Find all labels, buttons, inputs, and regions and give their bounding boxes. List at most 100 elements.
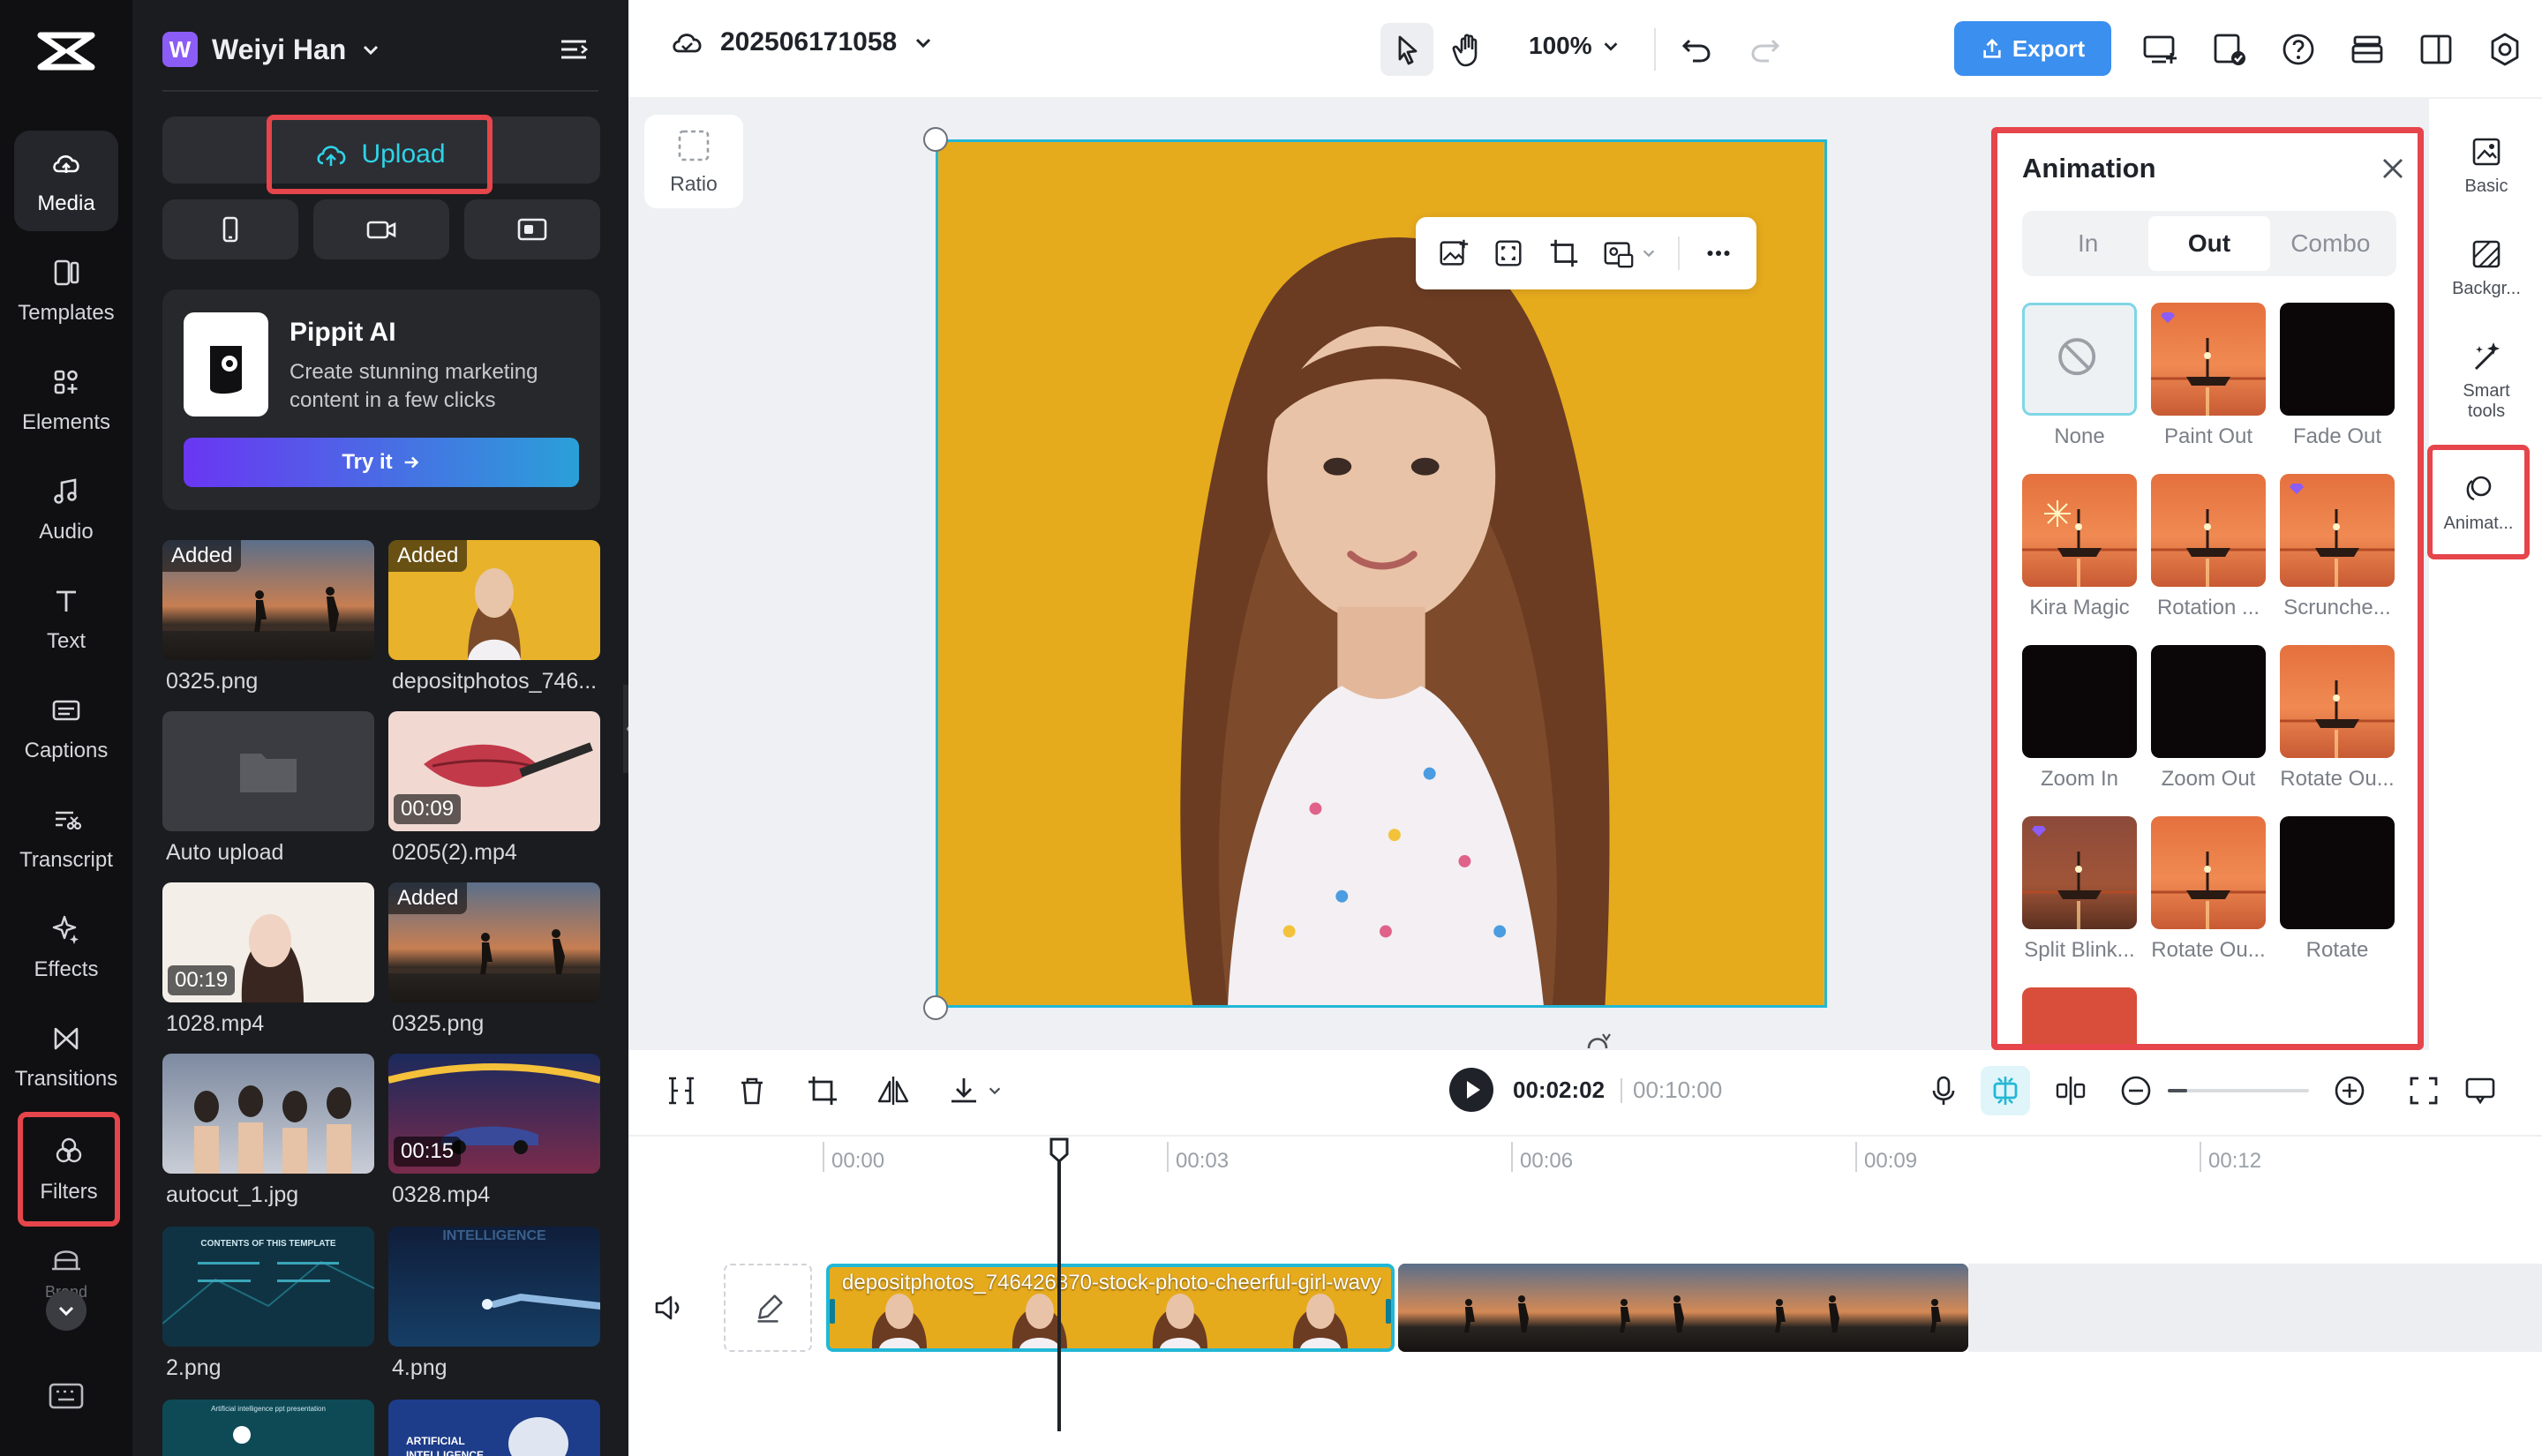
more-icon[interactable] — [1702, 236, 1735, 270]
animation-thumbnail — [2151, 645, 2266, 758]
video-clip-selected[interactable]: depositphotos_746426870-stock-photo-chee… — [826, 1264, 1395, 1352]
media-thumb[interactable]: 00:09 — [388, 711, 600, 831]
rail-item-effects[interactable]: Effects — [14, 897, 118, 997]
trim-handle-right[interactable] — [1386, 1299, 1391, 1324]
resize-handle[interactable] — [923, 995, 948, 1020]
animation-item[interactable]: Rotate Ou... — [2151, 816, 2266, 963]
ratio-button[interactable]: Ratio — [644, 115, 743, 208]
split-button[interactable] — [664, 1073, 699, 1108]
media-thumb[interactable] — [162, 1054, 374, 1174]
crop-icon[interactable] — [1547, 236, 1581, 270]
animation-item[interactable]: Zoom In — [2022, 645, 2137, 792]
animation-item[interactable]: Fade Out — [2280, 303, 2395, 449]
comment-button[interactable] — [2463, 1073, 2498, 1108]
rail-item-transcript[interactable]: Transcript — [14, 787, 118, 888]
cover-edit-button[interactable] — [724, 1264, 812, 1352]
zoom-out-button[interactable] — [2118, 1073, 2154, 1108]
hand-tool-button[interactable] — [1448, 28, 1490, 71]
replace-image-icon[interactable] — [1437, 236, 1470, 270]
auto-snap-toggle[interactable] — [1981, 1066, 2030, 1115]
playhead-knob[interactable] — [1049, 1137, 1070, 1163]
animation-item[interactable]: Rotation ... — [2151, 474, 2266, 620]
present-button[interactable] — [2141, 30, 2180, 69]
trim-handle-left[interactable] — [830, 1299, 835, 1324]
undo-button[interactable] — [1677, 30, 1716, 69]
split-track-button[interactable] — [2053, 1073, 2088, 1108]
try-it-button[interactable]: Try it — [184, 438, 579, 487]
rail-item-basic[interactable]: Basic — [2429, 134, 2542, 197]
media-thumb[interactable]: Added — [388, 540, 600, 660]
rail-item-media[interactable]: Media — [14, 131, 118, 231]
zoom-dropdown[interactable]: 100% — [1529, 32, 1621, 60]
select-tool-button[interactable] — [1380, 23, 1433, 76]
upload-from-phone-button[interactable] — [162, 199, 298, 259]
animation-item[interactable]: Rotate Ou... — [2280, 645, 2395, 792]
tab-combo[interactable]: Combo — [2270, 216, 2391, 271]
export-button[interactable]: Export — [1954, 21, 2111, 76]
track-mute-button[interactable] — [651, 1290, 687, 1325]
zoom-in-button[interactable] — [2332, 1073, 2367, 1108]
media-thumb[interactable]: 00:19 — [162, 882, 374, 1002]
rail-item-captions[interactable]: Captions — [14, 678, 118, 778]
media-thumb[interactable]: ARTIFICIAL INTELLIGENCE — [388, 1400, 600, 1456]
media-thumb[interactable]: Added — [388, 882, 600, 1002]
keyboard-shortcuts-icon[interactable] — [48, 1380, 85, 1412]
media-thumb[interactable]: INTELLIGENCE — [388, 1227, 600, 1347]
layers-button[interactable] — [2348, 30, 2387, 69]
project-title[interactable]: 202506171058 — [669, 26, 934, 58]
animation-item[interactable]: None — [2022, 303, 2137, 449]
rail-expand-button[interactable] — [46, 1290, 86, 1331]
rail-item-filters[interactable]: Filters — [18, 1112, 120, 1227]
crop-button[interactable] — [805, 1073, 840, 1108]
rail-item-elements[interactable]: Elements — [14, 349, 118, 450]
fit-timeline-button[interactable] — [2406, 1073, 2441, 1108]
media-thumb[interactable]: Artificial intelligence ppt presentation — [162, 1400, 374, 1456]
rotate-handle[interactable] — [1580, 1025, 1615, 1050]
auto-upload-folder[interactable] — [162, 711, 374, 831]
rail-item-background[interactable]: Backgr... — [2429, 236, 2542, 299]
delete-button[interactable] — [734, 1073, 770, 1108]
rail-item-text[interactable]: Text — [14, 568, 118, 669]
media-name: 4.png — [392, 1355, 447, 1380]
user-menu[interactable]: W Weiyi Han — [162, 26, 381, 72]
animation-item[interactable]: Rotate — [2280, 816, 2395, 963]
panel-collapse-icon[interactable] — [558, 34, 590, 65]
animation-item[interactable]: Scrunche... — [2280, 474, 2395, 620]
video-clip[interactable] — [1398, 1264, 1968, 1352]
download-dropdown[interactable] — [946, 1073, 1003, 1108]
review-button[interactable] — [2210, 30, 2249, 69]
media-thumb[interactable]: Added — [162, 540, 374, 660]
animation-item[interactable]: Split Blink... — [2022, 816, 2137, 963]
record-screen-button[interactable] — [464, 199, 600, 259]
zoom-slider[interactable] — [2168, 1089, 2309, 1092]
animation-item[interactable]: Zoom Out — [2151, 645, 2266, 792]
rail-item-audio[interactable]: Audio — [14, 459, 118, 559]
animation-item[interactable]: Kira Magic — [2022, 474, 2137, 620]
mask-dropdown[interactable] — [1602, 236, 1657, 270]
help-button[interactable] — [2279, 30, 2318, 69]
brand-kit-icon[interactable] — [47, 1239, 86, 1274]
rail-item-templates[interactable]: Templates — [14, 240, 118, 341]
capcut-logo-icon[interactable] — [34, 25, 99, 78]
close-button[interactable] — [2377, 153, 2409, 184]
tab-out[interactable]: Out — [2148, 216, 2270, 271]
record-video-button[interactable] — [313, 199, 449, 259]
redo-button[interactable] — [1746, 30, 1785, 69]
fit-frame-icon[interactable] — [1492, 236, 1525, 270]
animation-thumbnail[interactable] — [2022, 987, 2137, 1044]
tab-in[interactable]: In — [2027, 216, 2148, 271]
media-thumb[interactable]: 00:15 — [388, 1054, 600, 1174]
media-thumb[interactable]: CONTENTS OF THIS TEMPLATE — [162, 1227, 374, 1347]
flip-button[interactable] — [876, 1073, 911, 1108]
record-voice-button[interactable] — [1926, 1073, 1961, 1108]
rail-item-smart-tools[interactable]: Smart tools — [2429, 339, 2542, 422]
animation-item[interactable]: Paint Out — [2151, 303, 2266, 449]
rail-item-animation[interactable]: Animat... — [2427, 445, 2530, 559]
upload-button[interactable]: Upload — [267, 115, 493, 194]
settings-button[interactable] — [2486, 30, 2524, 69]
rail-item-transitions[interactable]: Transitions — [14, 1006, 118, 1107]
play-button[interactable] — [1449, 1068, 1493, 1112]
layout-toggle-button[interactable] — [2417, 30, 2456, 69]
playhead[interactable] — [1057, 1140, 1061, 1431]
resize-handle[interactable] — [923, 127, 948, 152]
